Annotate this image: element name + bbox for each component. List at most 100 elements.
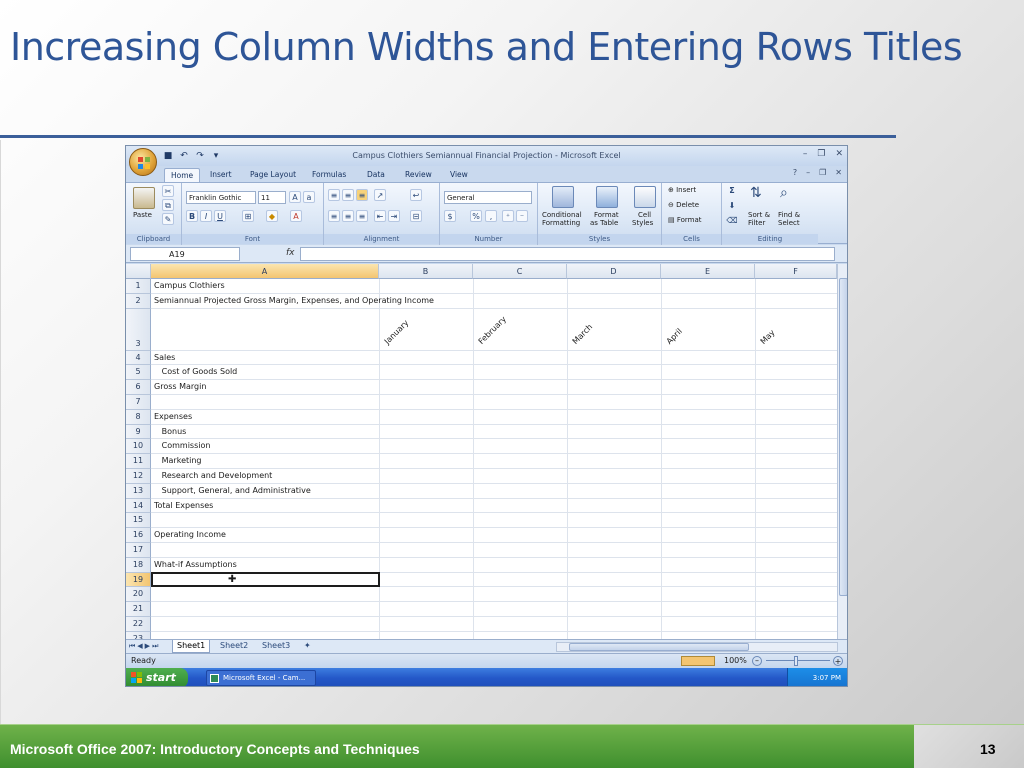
row-header[interactable]: 13 — [126, 483, 151, 499]
font-color-icon[interactable]: A — [290, 210, 302, 222]
row-header[interactable]: 14 — [126, 498, 151, 514]
column-header-c[interactable]: C — [473, 264, 567, 279]
minimize-icon[interactable]: – — [803, 149, 808, 159]
undo-icon[interactable]: ↶ — [178, 150, 190, 162]
vertical-scroll-thumb[interactable] — [839, 278, 847, 596]
office-button[interactable] — [129, 148, 157, 176]
cell-a[interactable]: Cost of Goods Sold — [154, 367, 238, 376]
sheet-tab-1[interactable]: Sheet1 — [172, 640, 211, 653]
select-all-corner[interactable] — [126, 264, 151, 279]
vertical-scrollbar[interactable] — [837, 264, 847, 639]
tab-formulas[interactable]: Formulas — [306, 168, 352, 182]
cell-a[interactable]: Sales — [154, 353, 175, 362]
row-header[interactable]: 8 — [126, 409, 151, 425]
find-select-icon[interactable]: ⌕ — [780, 185, 788, 201]
align-top-icon[interactable]: ≡ — [328, 189, 340, 201]
format-as-table-icon[interactable] — [596, 186, 618, 208]
number-format-select[interactable]: General — [444, 191, 532, 204]
underline-button[interactable]: U — [214, 210, 226, 222]
clear-icon[interactable]: ⌫ — [726, 215, 738, 227]
font-size-select[interactable]: 11 — [258, 191, 286, 204]
select-label[interactable]: Select — [778, 219, 800, 227]
grow-font-icon[interactable]: A — [289, 191, 301, 203]
row-header[interactable]: 6 — [126, 380, 151, 395]
copy-icon[interactable]: ⧉ — [162, 199, 174, 211]
row-header[interactable]: 15 — [126, 513, 151, 529]
row-header[interactable]: 9 — [126, 424, 151, 440]
insert-cells-button[interactable]: ⊕ Insert — [668, 186, 696, 194]
row-header[interactable]: 23 — [126, 631, 151, 639]
column-header-e[interactable]: E — [661, 264, 755, 279]
column-header-f[interactable]: F — [755, 264, 837, 279]
cell-a[interactable]: Commission — [154, 441, 211, 450]
cell-a[interactable]: What-if Assumptions — [154, 560, 237, 569]
row-header[interactable]: 5 — [126, 365, 151, 381]
comma-button[interactable]: , — [485, 210, 497, 222]
align-left-icon[interactable]: ≡ — [328, 210, 340, 222]
cell-a[interactable]: Campus Clothiers — [154, 281, 225, 290]
cell-a[interactable]: Research and Development — [154, 471, 273, 480]
view-buttons-icon[interactable] — [681, 656, 715, 666]
cell-a[interactable]: Semiannual Projected Gross Margin, Expen… — [154, 296, 434, 305]
cell-a[interactable]: Total Expenses — [154, 501, 213, 510]
redo-icon[interactable]: ↷ — [194, 150, 206, 162]
name-box[interactable]: A19 — [130, 247, 240, 261]
tab-review[interactable]: Review — [399, 168, 438, 182]
customize-icon[interactable]: ▾ — [210, 150, 222, 162]
merge-center-icon[interactable]: ⊟ — [410, 210, 422, 222]
bold-button[interactable]: B — [186, 210, 198, 222]
close-icon[interactable]: ✕ — [835, 149, 843, 159]
zoom-in-icon[interactable]: + — [833, 656, 843, 666]
doc-close-icon[interactable]: ✕ — [835, 168, 842, 177]
help-icon[interactable]: ? — [793, 168, 797, 177]
shrink-font-icon[interactable]: a — [303, 191, 315, 203]
row-header[interactable]: 10 — [126, 439, 151, 455]
wrap-text-icon[interactable]: ↩ — [410, 189, 422, 201]
restore-icon[interactable]: ❐ — [817, 149, 825, 159]
delete-cells-button[interactable]: ⊖ Delete — [668, 201, 699, 209]
conditional-label[interactable]: Conditional — [542, 211, 582, 219]
tab-data[interactable]: Data — [361, 168, 391, 182]
decrease-decimal-icon[interactable]: ⁻ — [516, 210, 528, 222]
as-table-label[interactable]: as Table — [590, 219, 618, 227]
borders-icon[interactable]: ⊞ — [242, 210, 254, 222]
column-header-b[interactable]: B — [379, 264, 473, 279]
align-middle-icon[interactable]: ≡ — [342, 189, 354, 201]
paste-label[interactable]: Paste — [133, 211, 152, 219]
align-bottom-icon[interactable]: ≡ — [356, 189, 368, 201]
formatting-label[interactable]: Formatting — [542, 219, 580, 227]
font-name-select[interactable]: Franklin Gothic — [186, 191, 256, 204]
zoom-slider-thumb[interactable] — [794, 656, 798, 666]
italic-button[interactable]: I — [200, 210, 212, 222]
cell-a[interactable]: Expenses — [154, 412, 192, 421]
doc-minimize-icon[interactable]: – — [806, 168, 810, 177]
align-right-icon[interactable]: ≡ — [356, 210, 368, 222]
row-header[interactable]: 21 — [126, 602, 151, 617]
horizontal-scroll-thumb[interactable] — [569, 643, 749, 651]
increase-indent-icon[interactable]: ⇥ — [388, 210, 400, 222]
row-header[interactable]: 19 — [126, 572, 151, 588]
cell-label[interactable]: Cell — [638, 211, 651, 219]
row-header[interactable]: 18 — [126, 557, 151, 573]
cell-a[interactable]: Operating Income — [154, 530, 226, 539]
fill-icon[interactable]: ⬇ — [726, 200, 738, 212]
taskbar-excel-item[interactable]: Microsoft Excel - Cam... — [206, 670, 316, 686]
column-header-a[interactable]: A — [151, 264, 379, 279]
start-button[interactable]: start — [126, 668, 188, 686]
format-painter-icon[interactable]: ✎ — [162, 213, 174, 225]
tab-view[interactable]: View — [444, 168, 474, 182]
row-header[interactable]: 7 — [126, 395, 151, 410]
zoom-level[interactable]: 100% — [724, 654, 747, 668]
align-center-icon[interactable]: ≡ — [342, 210, 354, 222]
cut-icon[interactable]: ✂ — [162, 185, 174, 197]
sheet-nav-arrows-icon[interactable]: ⏮◀▶⏭ — [129, 642, 160, 651]
cell-a[interactable]: Gross Margin — [154, 382, 206, 391]
sort-filter-icon[interactable]: ⇅ — [750, 185, 762, 201]
row-header[interactable]: 3 — [126, 308, 151, 351]
find-label[interactable]: Find & — [778, 211, 800, 219]
formula-input[interactable] — [300, 247, 835, 261]
paste-icon[interactable] — [133, 187, 155, 209]
doc-restore-icon[interactable]: ❐ — [819, 168, 826, 177]
row-header[interactable]: 20 — [126, 587, 151, 603]
sort-label[interactable]: Sort & — [748, 211, 770, 219]
